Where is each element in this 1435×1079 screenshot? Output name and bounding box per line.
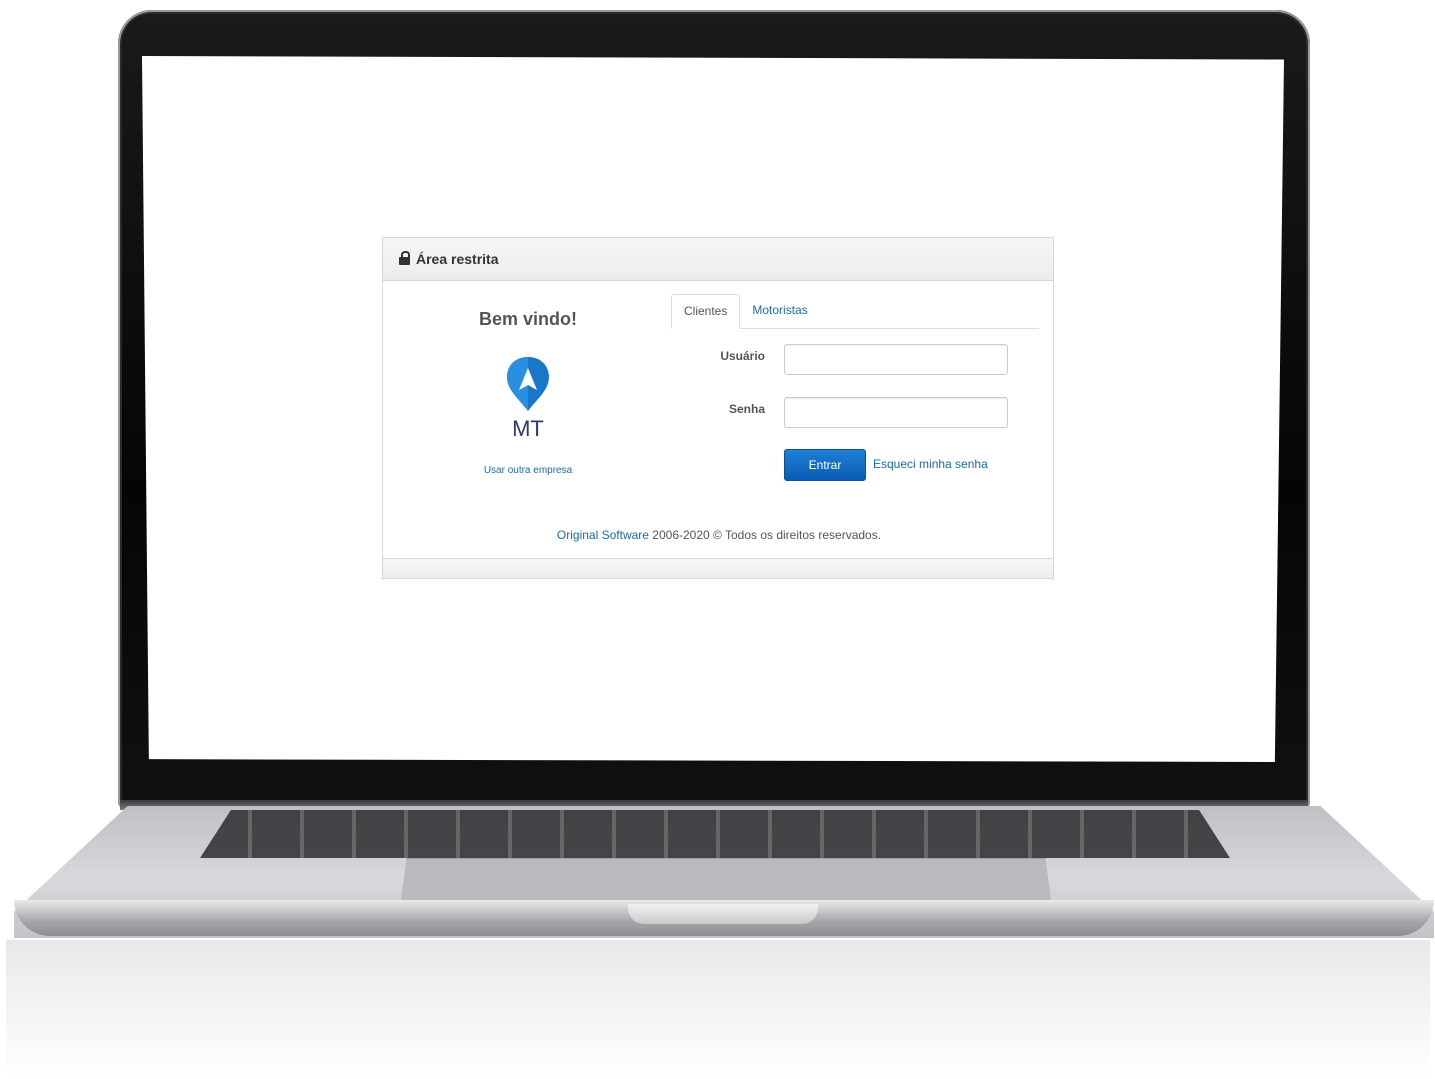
copyright-footer: Original Software 2006-2020 © Todos os d… <box>383 528 1055 542</box>
password-label: Senha <box>728 402 765 416</box>
laptop-keyboard <box>200 810 1230 858</box>
laptop-notch <box>628 904 818 924</box>
tab-motoristas[interactable]: Motoristas <box>740 294 819 327</box>
welcome-heading: Bem vindo! <box>478 309 577 329</box>
tab-clientes[interactable]: Clientes <box>671 294 741 329</box>
original-software-link[interactable]: Original Software <box>557 528 649 542</box>
panel-title: Área restrita <box>416 251 499 267</box>
company-logo: MT <box>503 354 553 441</box>
panel-footer <box>383 558 1053 578</box>
lock-icon <box>399 251 410 265</box>
forgot-password-link[interactable]: Esqueci minha senha <box>873 457 988 471</box>
other-company-link[interactable]: Usar outra empresa <box>443 465 613 476</box>
logo-text: MT <box>512 416 544 440</box>
panel-header: Área restrita <box>383 238 1053 281</box>
login-button[interactable]: Entrar <box>784 449 866 481</box>
surface-reflection <box>6 940 1430 1079</box>
map-pin-navigation-icon: MT <box>507 357 549 441</box>
copyright-text: 2006-2020 © Todos os direitos reservados… <box>648 528 882 542</box>
username-label: Usuário <box>720 349 765 363</box>
login-tabs: Clientes Motoristas <box>671 294 1039 329</box>
password-input[interactable] <box>784 397 1008 428</box>
login-panel: Área restrita Bem vindo! MT Usar outra e… <box>382 237 1054 579</box>
username-input[interactable] <box>784 344 1008 375</box>
